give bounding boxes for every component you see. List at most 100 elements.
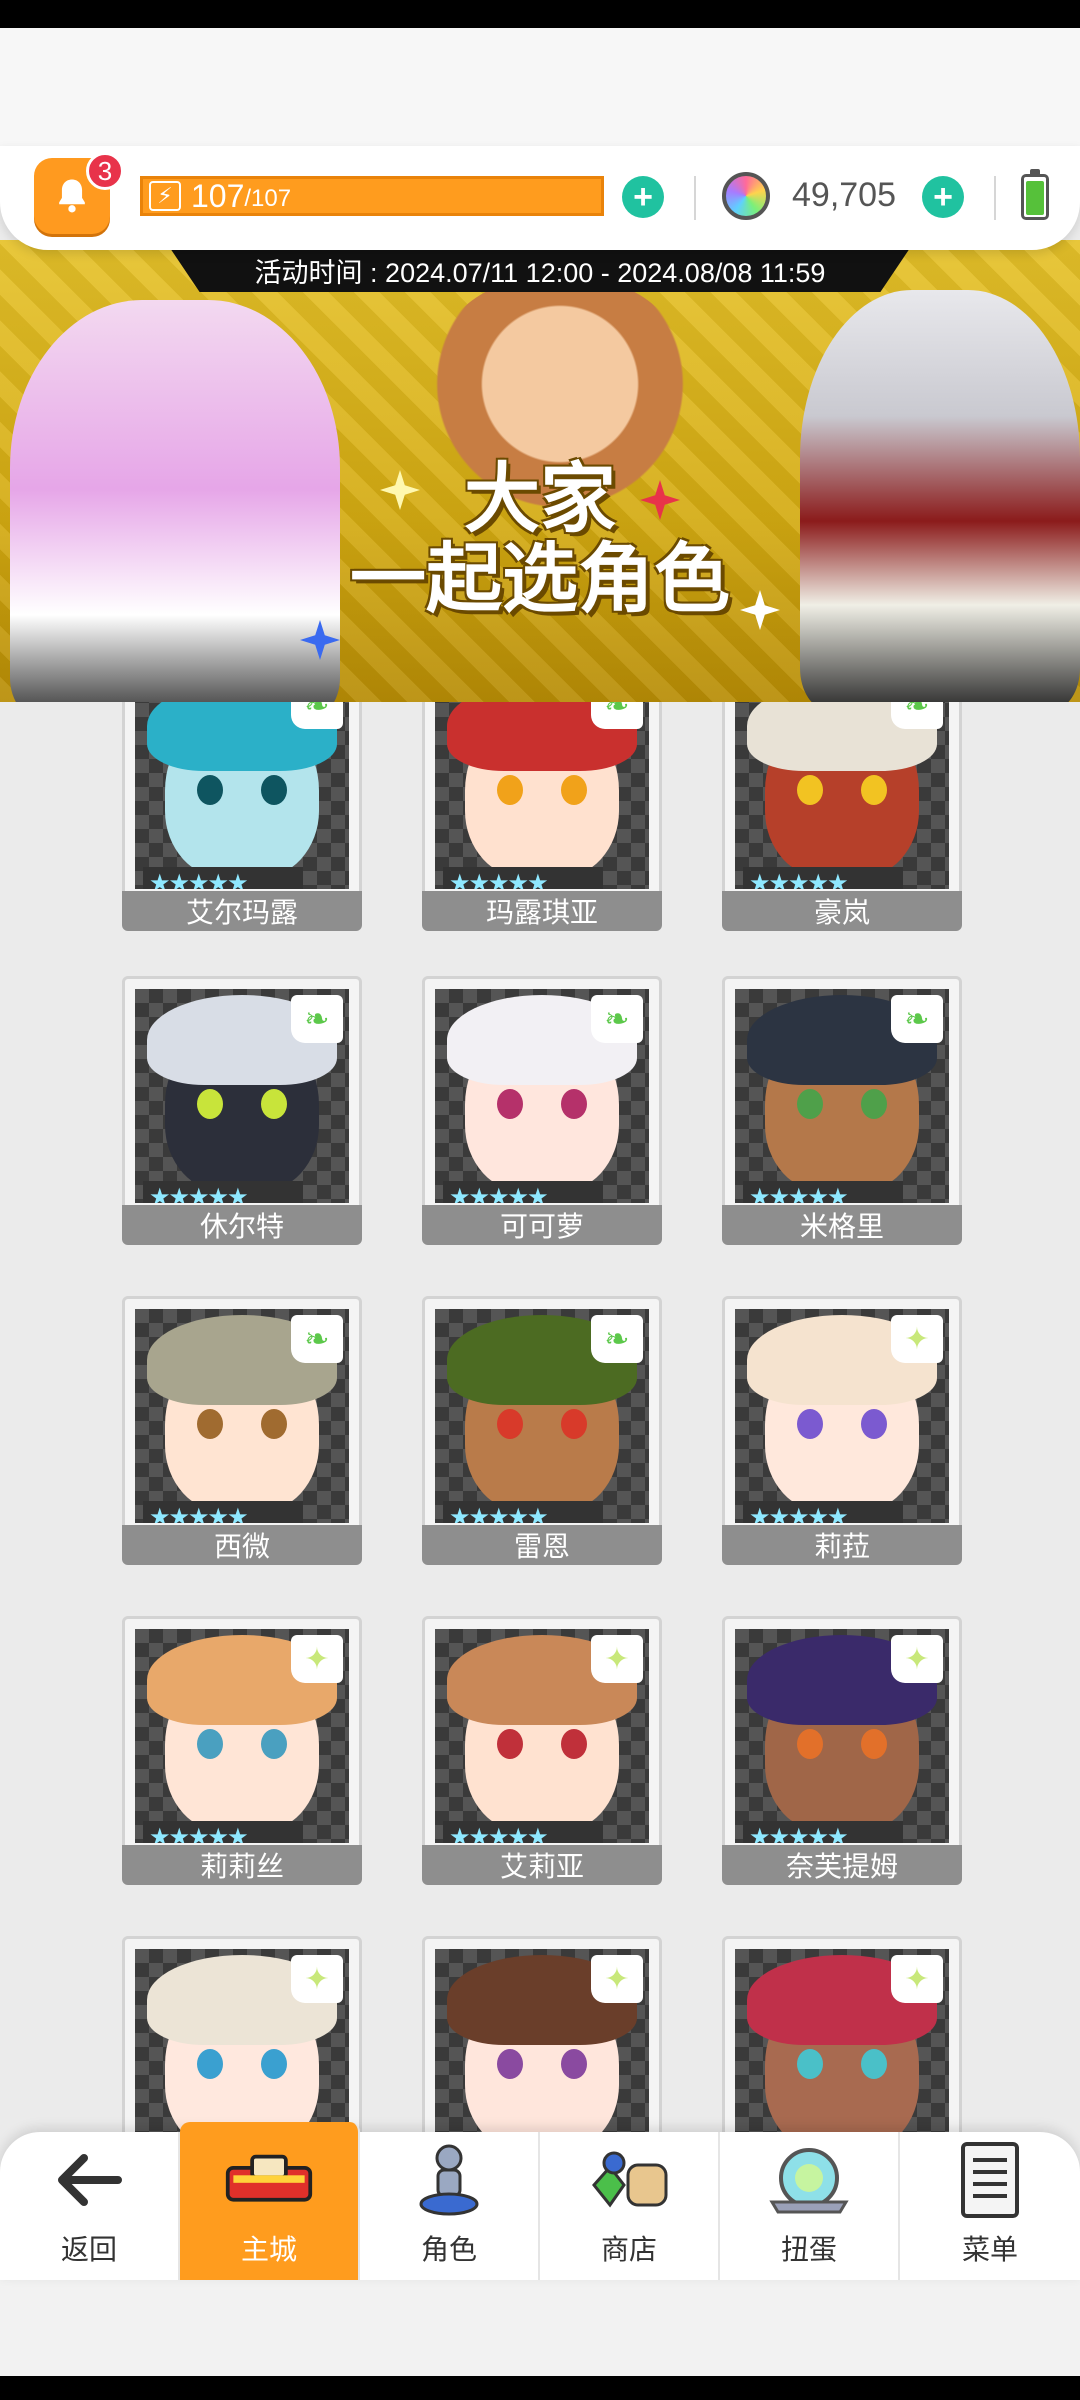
portrait-eye [497,1409,523,1439]
character-name: 雷恩 [422,1525,662,1565]
nav-back-label: 返回 [60,2234,117,2265]
divider [994,176,996,220]
home-castle-icon [224,2138,314,2222]
top-spacer [0,28,1080,148]
character-card[interactable]: ❧ ★★★★★ 玛露琪亚 [422,702,662,931]
stamina-bar: ⚡ 107 /107 [140,176,604,216]
gesture-bar-area [0,2280,1080,2376]
portrait-eye [561,1089,587,1119]
add-stamina-button[interactable]: + [622,176,664,218]
portrait-eye [561,1409,587,1439]
portrait-eye [497,2049,523,2079]
character-portrait: ✦ [735,1949,949,2132]
character-name: 西微 [122,1525,362,1565]
shop-bag-icon [584,2138,674,2222]
character-portrait: ❧ ★★★★★ [735,989,949,1203]
portrait-eye [861,775,887,805]
status-bar [0,0,1080,28]
portrait-eye [261,1089,287,1119]
character-card[interactable]: ✦ [722,1936,962,2132]
add-gems-button[interactable]: + [922,176,964,218]
nav-gacha[interactable]: 扭蛋 [720,2132,900,2280]
character-card[interactable]: ❧ ★★★★★ 豪岚 [722,702,962,931]
leaf-element-icon: ❧ [291,995,343,1043]
nav-characters[interactable]: 角色 [360,2132,540,2280]
rarity-stars: ★★★★★ [143,1501,303,1523]
character-name: 莉菈 [722,1525,962,1565]
nav-home[interactable]: 主城 [180,2122,360,2280]
rarity-stars: ★★★★★ [443,1821,603,1843]
nav-back[interactable]: 返回 [0,2132,180,2280]
portrait-eye [497,1729,523,1759]
nav-shop[interactable]: 商店 [540,2132,720,2280]
nav-gacha-label: 扭蛋 [780,2234,837,2265]
character-card[interactable]: ✦ [122,1936,362,2132]
character-portrait: ❧ ★★★★★ [435,1309,649,1523]
leaf-element-icon: ❧ [891,702,943,729]
portrait-eye [497,1089,523,1119]
portrait-eye [797,775,823,805]
back-arrow-icon [44,2138,134,2222]
portrait-eye [261,775,287,805]
portrait-eye [497,775,523,805]
character-card[interactable]: ✦ ★★★★★ 莉菈 [722,1296,962,1565]
rarity-stars: ★★★★★ [743,1821,903,1843]
event-banner[interactable]: 活动时间 : 2024.07/11 12:00 - 2024.08/08 11:… [0,240,1080,702]
banner-title: 大家 一起选角色 [290,460,790,620]
notification-badge: 3 [86,152,124,190]
character-name: 奈芙提姆 [722,1845,962,1885]
divider [694,176,696,220]
banner-title-line1: 大家 [464,457,616,542]
event-time: 活动时间 : 2024.07/11 12:00 - 2024.08/08 11:… [170,248,910,292]
character-card[interactable]: ❧ ★★★★★ 可可萝 [422,976,662,1245]
star-element-icon: ✦ [591,1955,643,2003]
character-card[interactable]: ✦ ★★★★★ 莉莉丝 [122,1616,362,1885]
character-name: 可可萝 [422,1205,662,1245]
character-name: 米格里 [722,1205,962,1245]
star-element-icon: ✦ [891,1315,943,1363]
rarity-stars: ★★★★★ [443,1181,603,1203]
gem-icon [722,172,770,220]
nav-menu[interactable]: 菜单 [900,2132,1080,2280]
rarity-stars: ★★★★★ [743,1181,903,1203]
portrait-eye [197,1729,223,1759]
portrait-eye [261,1729,287,1759]
leaf-element-icon: ❧ [591,702,643,729]
character-card[interactable]: ✦ ★★★★★ 艾莉亚 [422,1616,662,1885]
battery-icon [1021,169,1049,220]
star-element-icon: ✦ [591,1635,643,1683]
character-name: 艾莉亚 [422,1845,662,1885]
star-element-icon: ✦ [291,1635,343,1683]
portrait-eye [861,1409,887,1439]
lightning-icon: ⚡ [149,181,181,211]
character-card[interactable]: ❧ ★★★★★ 艾尔玛露 [122,702,362,931]
character-statue-icon [404,2138,494,2222]
portrait-eye [197,2049,223,2079]
portrait-eye [861,1729,887,1759]
character-portrait: ✦ ★★★★★ [735,1629,949,1843]
character-card[interactable]: ✦ ★★★★★ 奈芙提姆 [722,1616,962,1885]
character-card[interactable]: ❧ ★★★★★ 休尔特 [122,976,362,1245]
character-card[interactable]: ✦ [422,1936,662,2132]
character-card[interactable]: ❧ ★★★★★ 米格里 [722,976,962,1245]
character-portrait: ✦ ★★★★★ [435,1629,649,1843]
nav-home-label: 主城 [240,2234,297,2265]
star-element-icon: ✦ [891,1635,943,1683]
bottom-navigation: 返回 主城 角色 商店 扭蛋 菜单 [0,2122,1080,2280]
portrait-eye [797,1089,823,1119]
character-name: 豪岚 [722,891,962,931]
gacha-orb-icon [764,2138,854,2222]
star-element-icon: ✦ [291,1955,343,2003]
character-card[interactable]: ❧ ★★★★★ 西微 [122,1296,362,1565]
nav-menu-label: 菜单 [961,2234,1018,2265]
portrait-eye [561,775,587,805]
gem-count: 49,705 [792,176,896,214]
portrait-eye [261,1409,287,1439]
character-portrait: ✦ ★★★★★ [735,1309,949,1523]
rarity-stars: ★★★★★ [143,1821,303,1843]
character-card[interactable]: ❧ ★★★★★ 雷恩 [422,1296,662,1565]
portrait-eye [561,2049,587,2079]
character-name: 莉莉丝 [122,1845,362,1885]
portrait-eye [197,1089,223,1119]
character-portrait: ✦ ★★★★★ [135,1629,349,1843]
